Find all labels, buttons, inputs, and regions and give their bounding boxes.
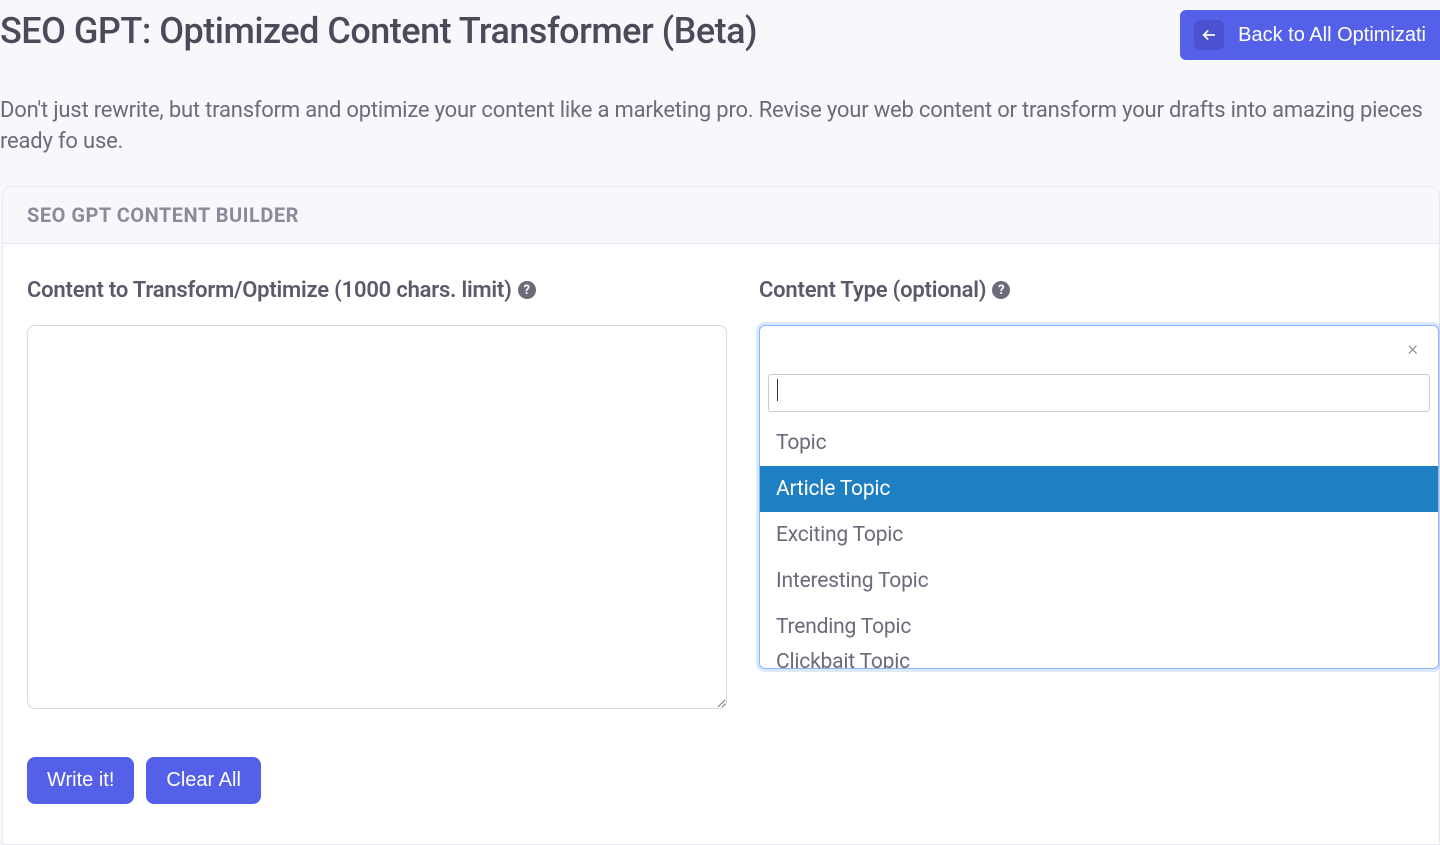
content-input-label: Content to Transform/Optimize (1000 char… xyxy=(27,278,727,303)
content-type-select[interactable]: × TopicArticle TopicExciting TopicIntere… xyxy=(759,325,1439,669)
back-button-label: Back to All Optimizati xyxy=(1238,24,1426,47)
page-description: Don't just rewrite, but transform and op… xyxy=(0,96,1440,158)
help-icon[interactable]: ? xyxy=(518,281,536,299)
content-input-label-text: Content to Transform/Optimize (1000 char… xyxy=(27,278,512,303)
content-type-label-text: Content Type (optional) xyxy=(759,278,986,303)
content-type-option[interactable]: Article Topic xyxy=(760,466,1438,512)
card-header: SEO GPT CONTENT BUILDER xyxy=(3,187,1439,244)
content-type-option[interactable]: Interesting Topic xyxy=(760,558,1438,604)
content-type-option[interactable]: Exciting Topic xyxy=(760,512,1438,558)
back-to-optimizations-button[interactable]: Back to All Optimizati xyxy=(1180,10,1440,60)
content-type-option[interactable]: Clickbait Topic xyxy=(760,650,1438,668)
content-type-search-input[interactable] xyxy=(768,374,1430,412)
clear-selection-icon[interactable]: × xyxy=(1408,336,1418,360)
content-type-option[interactable]: Trending Topic xyxy=(760,604,1438,650)
content-builder-card: SEO GPT CONTENT BUILDER Content to Trans… xyxy=(2,186,1440,845)
content-input[interactable] xyxy=(27,325,727,709)
card-header-title: SEO GPT CONTENT BUILDER xyxy=(27,203,1415,227)
content-type-label: Content Type (optional) ? xyxy=(759,278,1439,303)
page-title: SEO GPT: Optimized Content Transformer (… xyxy=(0,10,757,52)
clear-all-button[interactable]: Clear All xyxy=(146,757,260,804)
content-type-option[interactable]: Topic xyxy=(760,420,1438,466)
content-type-options-list: TopicArticle TopicExciting TopicInterest… xyxy=(760,420,1438,668)
write-it-button[interactable]: Write it! xyxy=(27,757,134,804)
help-icon[interactable]: ? xyxy=(992,281,1010,299)
arrow-left-icon xyxy=(1194,20,1224,50)
